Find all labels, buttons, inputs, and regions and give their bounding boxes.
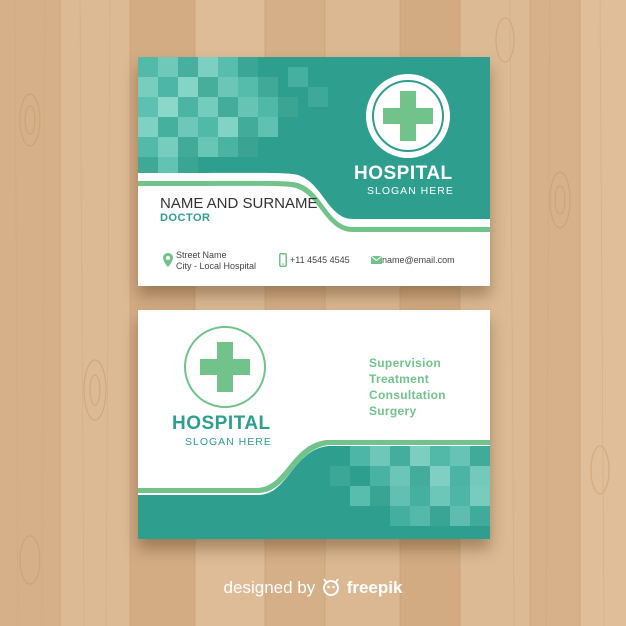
service-item: Surgery bbox=[369, 404, 417, 418]
business-card-back: HOSPITAL SLOGAN HERE Supervision Treatme… bbox=[138, 310, 490, 539]
service-item: Treatment bbox=[369, 372, 430, 386]
hospital-logo-slogan: SLOGAN HERE bbox=[185, 436, 272, 448]
freepik-logo-icon bbox=[322, 578, 339, 596]
hospital-logo-title: HOSPITAL bbox=[354, 163, 453, 184]
person-name: NAME AND SURNAME bbox=[160, 195, 318, 212]
contact-email: name@email.com bbox=[382, 255, 455, 265]
phone-icon bbox=[279, 253, 287, 267]
medical-cross-icon bbox=[366, 74, 450, 158]
location-pin-icon bbox=[163, 253, 173, 267]
contact-address: Street Name City - Local Hospital bbox=[176, 250, 256, 272]
credit-brand: freepik bbox=[346, 578, 403, 597]
business-card-front: HOSPITAL SLOGAN HERE NAME AND SURNAME DO… bbox=[138, 57, 490, 286]
credit-prefix: designed by bbox=[223, 578, 316, 597]
service-item: Consultation bbox=[369, 388, 446, 402]
service-item: Supervision bbox=[369, 356, 441, 370]
mail-icon bbox=[371, 256, 382, 264]
medical-cross-icon bbox=[184, 326, 266, 408]
hospital-logo-slogan: SLOGAN HERE bbox=[367, 185, 454, 197]
freepik-credit[interactable]: designed by freepik bbox=[0, 578, 626, 598]
address-line-2: City - Local Hospital bbox=[176, 261, 257, 271]
address-line-1: Street Name bbox=[176, 250, 227, 260]
services-list: Supervision Treatment Consultation Surge… bbox=[369, 355, 446, 419]
hospital-logo-title: HOSPITAL bbox=[172, 413, 271, 434]
contact-phone: +11 4545 4545 bbox=[290, 255, 350, 265]
person-role: DOCTOR bbox=[160, 212, 211, 224]
